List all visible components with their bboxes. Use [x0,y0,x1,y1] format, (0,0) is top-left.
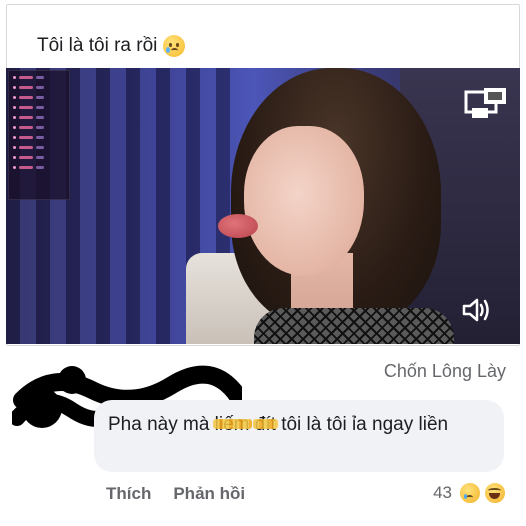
haha-reaction-icon [484,482,506,504]
volume-button[interactable] [462,296,492,324]
reaction-summary[interactable]: 43 [433,482,506,504]
post-caption-text: Tôi là tôi ra rồi [37,35,158,56]
comment-text: Pha này mà liếm đít tôi là tôi ỉa ngay l… [108,412,498,437]
censored-word: đít [252,412,278,437]
speaker-volume-icon [462,298,489,322]
censored-word: liếm [212,412,252,437]
reply-button[interactable]: Phản hồi [173,484,245,504]
person-mesh-top [254,308,454,344]
stream-stats-overlay [8,70,70,200]
person-face [244,126,364,276]
picture-in-picture-icon [464,88,506,118]
comment-text-part: Pha này mà [108,414,215,435]
reaction-count: 43 [433,483,452,502]
person-tongue [218,214,258,238]
post-caption: Tôi là tôi ra rồi [37,35,186,57]
sad-reaction-icon [459,482,481,504]
video-player[interactable] [6,68,520,344]
crying-face-icon [163,35,186,57]
comment-actions: Thích Phản hồi [106,484,245,504]
like-button[interactable]: Thích [106,484,151,504]
comment-text-part: tôi là tôi ỉa ngay liền [275,414,449,435]
picture-in-picture-button[interactable] [464,86,508,120]
comment-bubble: Pha này mà liếm đít tôi là tôi ỉa ngay l… [94,400,504,472]
page-watermark: Chốn Lông Lày [383,361,506,381]
